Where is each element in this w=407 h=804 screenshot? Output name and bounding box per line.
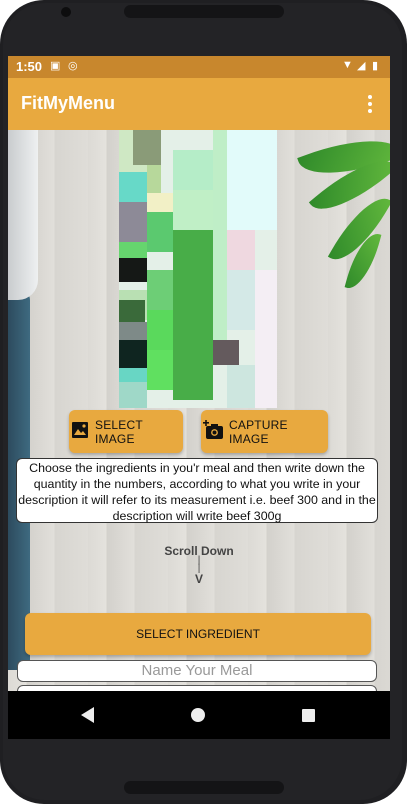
selected-meal-image bbox=[119, 130, 277, 408]
device-screen: 1:50 ▣ ◎ ▼ ◢ ▮ FitMyMenu SELECT IMAGE CA… bbox=[8, 56, 390, 739]
status-bar: 1:50 ▣ ◎ ▼ ◢ ▮ bbox=[8, 56, 390, 78]
select-image-label: SELECT IMAGE bbox=[95, 417, 143, 446]
capture-image-button[interactable]: CAPTURE IMAGE bbox=[201, 410, 328, 453]
app-bar: FitMyMenu bbox=[8, 78, 390, 130]
app-title: FitMyMenu bbox=[21, 93, 115, 113]
phone-frame: 1:50 ▣ ◎ ▼ ◢ ▮ FitMyMenu SELECT IMAGE CA… bbox=[0, 0, 407, 804]
status-time: 1:50 bbox=[16, 59, 43, 74]
image-icon bbox=[71, 421, 89, 442]
navigation-bar bbox=[8, 691, 390, 739]
down-arrow-icon: V bbox=[194, 572, 203, 586]
meal-name-field[interactable]: Name Your Meal bbox=[17, 660, 377, 682]
image-notification-icon: ▣ bbox=[50, 60, 61, 72]
home-icon[interactable] bbox=[191, 708, 205, 722]
bottom-speaker-grille bbox=[124, 781, 284, 794]
wifi-icon: ▼ bbox=[342, 59, 353, 71]
instructions-text: Choose the ingredients in you'r meal and… bbox=[16, 458, 378, 523]
speaker-grille bbox=[124, 5, 284, 18]
back-icon[interactable] bbox=[81, 707, 94, 723]
select-image-button[interactable]: SELECT IMAGE bbox=[69, 410, 183, 453]
overflow-menu-icon[interactable] bbox=[368, 95, 372, 116]
capture-image-label: CAPTURE IMAGE bbox=[229, 417, 288, 446]
battery-icon: ▮ bbox=[372, 60, 379, 72]
recents-icon[interactable] bbox=[302, 709, 315, 722]
camera-icon bbox=[203, 420, 225, 443]
scroll-down-hint: Scroll Down | | V bbox=[8, 545, 390, 585]
knife-blade-decoration bbox=[8, 130, 38, 300]
main-content[interactable]: SELECT IMAGE CAPTURE IMAGE Choose the in… bbox=[8, 130, 390, 691]
signal-icon: ◢ bbox=[357, 60, 366, 72]
front-camera bbox=[61, 7, 71, 17]
sync-notification-icon: ◎ bbox=[68, 60, 78, 72]
select-ingredient-button[interactable]: SELECT INGREDIENT bbox=[25, 613, 371, 655]
